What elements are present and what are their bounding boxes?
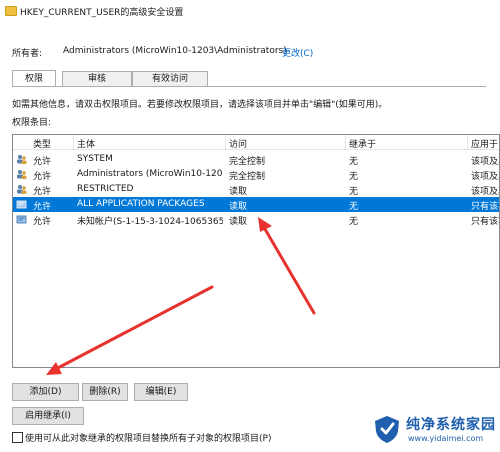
shield-logo-icon	[375, 416, 399, 443]
cell-principal: Administrators (MicroWin10-120...	[77, 169, 223, 179]
add-button[interactable]: 添加(D)	[12, 383, 79, 401]
permission-entries-list[interactable]: 类型 主体 访问 继承于 应用于 允许 SYSTEM 完全控制 无 该项及其 允…	[12, 134, 500, 368]
folder-icon	[5, 6, 17, 16]
info-text: 如需其他信息，请双击权限项目。若要修改权限项目，请选择该项目并单击"编辑"(如果…	[12, 100, 388, 110]
cell-access: 读取	[229, 187, 248, 197]
user-group-icon	[17, 185, 27, 194]
column-separator[interactable]	[73, 135, 74, 149]
table-row[interactable]: 允许 SYSTEM 完全控制 无 该项及其	[13, 152, 499, 167]
package-icon	[16, 215, 27, 224]
tab-permissions[interactable]: 权限	[12, 70, 56, 87]
permission-entries-label: 权限条目:	[12, 118, 52, 128]
user-group-icon	[17, 170, 27, 179]
cell-inherited-from: 无	[349, 202, 359, 212]
cell-type: 允许	[33, 202, 52, 212]
cell-applies-to: 只有该项	[471, 202, 499, 212]
cell-inherited-from: 无	[349, 217, 359, 227]
replace-child-permissions-label: 使用可从此对象继承的权限项目替换所有子对象的权限项目(P)	[25, 434, 272, 444]
cell-access: 完全控制	[229, 172, 266, 182]
cell-principal: 未知帐户(S-1-15-3-1024-1065365...	[77, 217, 223, 227]
cell-inherited-from: 无	[349, 157, 359, 167]
owner-value: Administrators (MicroWin10-1203\Administ…	[63, 46, 287, 56]
replace-child-permissions-checkbox[interactable]	[12, 432, 23, 443]
column-separator[interactable]	[467, 135, 468, 149]
cell-type: 允许	[33, 157, 52, 167]
tab-auditing[interactable]: 审核	[62, 71, 132, 87]
cell-principal: SYSTEM	[77, 154, 113, 164]
cell-type: 允许	[33, 187, 52, 197]
cell-principal: RESTRICTED	[77, 184, 134, 194]
table-row-selected[interactable]: 允许 ALL APPLICATION PACKAGES 读取 无 只有该项	[13, 197, 499, 212]
column-header-applies-to[interactable]: 应用于	[471, 137, 498, 150]
table-row[interactable]: 允许 Administrators (MicroWin10-120... 完全控…	[13, 167, 499, 182]
cell-type: 允许	[33, 172, 52, 182]
cell-access: 完全控制	[229, 157, 266, 167]
site-watermark: 纯净系统家园 www.yidaimei.com	[372, 411, 498, 449]
column-header-type[interactable]: 类型	[33, 137, 51, 150]
owner-label: 所有者:	[12, 49, 43, 59]
enable-inheritance-button[interactable]: 启用继承(I)	[12, 407, 84, 425]
column-header-inherited-from[interactable]: 继承于	[349, 137, 376, 150]
column-separator[interactable]	[345, 135, 346, 149]
watermark-url: www.yidaimei.com	[408, 434, 484, 443]
table-row[interactable]: 允许 RESTRICTED 读取 无 该项及其	[13, 182, 499, 197]
cell-applies-to: 该项及其	[471, 172, 499, 182]
cell-applies-to: 该项及其	[471, 187, 499, 197]
watermark-title: 纯净系统家园	[406, 417, 496, 433]
cell-access: 读取	[229, 217, 248, 227]
remove-button[interactable]: 删除(R)	[82, 383, 128, 401]
tab-divider	[12, 86, 486, 87]
cell-applies-to: 只有该项	[471, 217, 499, 227]
cell-principal: ALL APPLICATION PACKAGES	[77, 199, 205, 209]
cell-inherited-from: 无	[349, 187, 359, 197]
change-owner-link[interactable]: 更改(C)	[282, 46, 313, 59]
cell-type: 允许	[33, 217, 52, 227]
window-title: HKEY_CURRENT_USER的高级安全设置	[20, 8, 184, 18]
column-separator[interactable]	[225, 135, 226, 149]
column-header-access[interactable]: 访问	[229, 137, 247, 150]
table-row[interactable]: 允许 未知帐户(S-1-15-3-1024-1065365... 读取 无 只有…	[13, 212, 499, 227]
cell-inherited-from: 无	[349, 172, 359, 182]
cell-access: 读取	[229, 202, 248, 212]
user-group-icon	[17, 155, 27, 164]
list-header: 类型 主体 访问 继承于 应用于	[13, 135, 499, 150]
cell-applies-to: 该项及其	[471, 157, 499, 167]
edit-button[interactable]: 编辑(E)	[134, 383, 188, 401]
title-bar: HKEY_CURRENT_USER的高级安全设置	[0, 0, 500, 22]
package-icon	[16, 200, 27, 209]
tab-effective-access[interactable]: 有效访问	[132, 71, 208, 87]
column-header-principal[interactable]: 主体	[77, 137, 95, 150]
